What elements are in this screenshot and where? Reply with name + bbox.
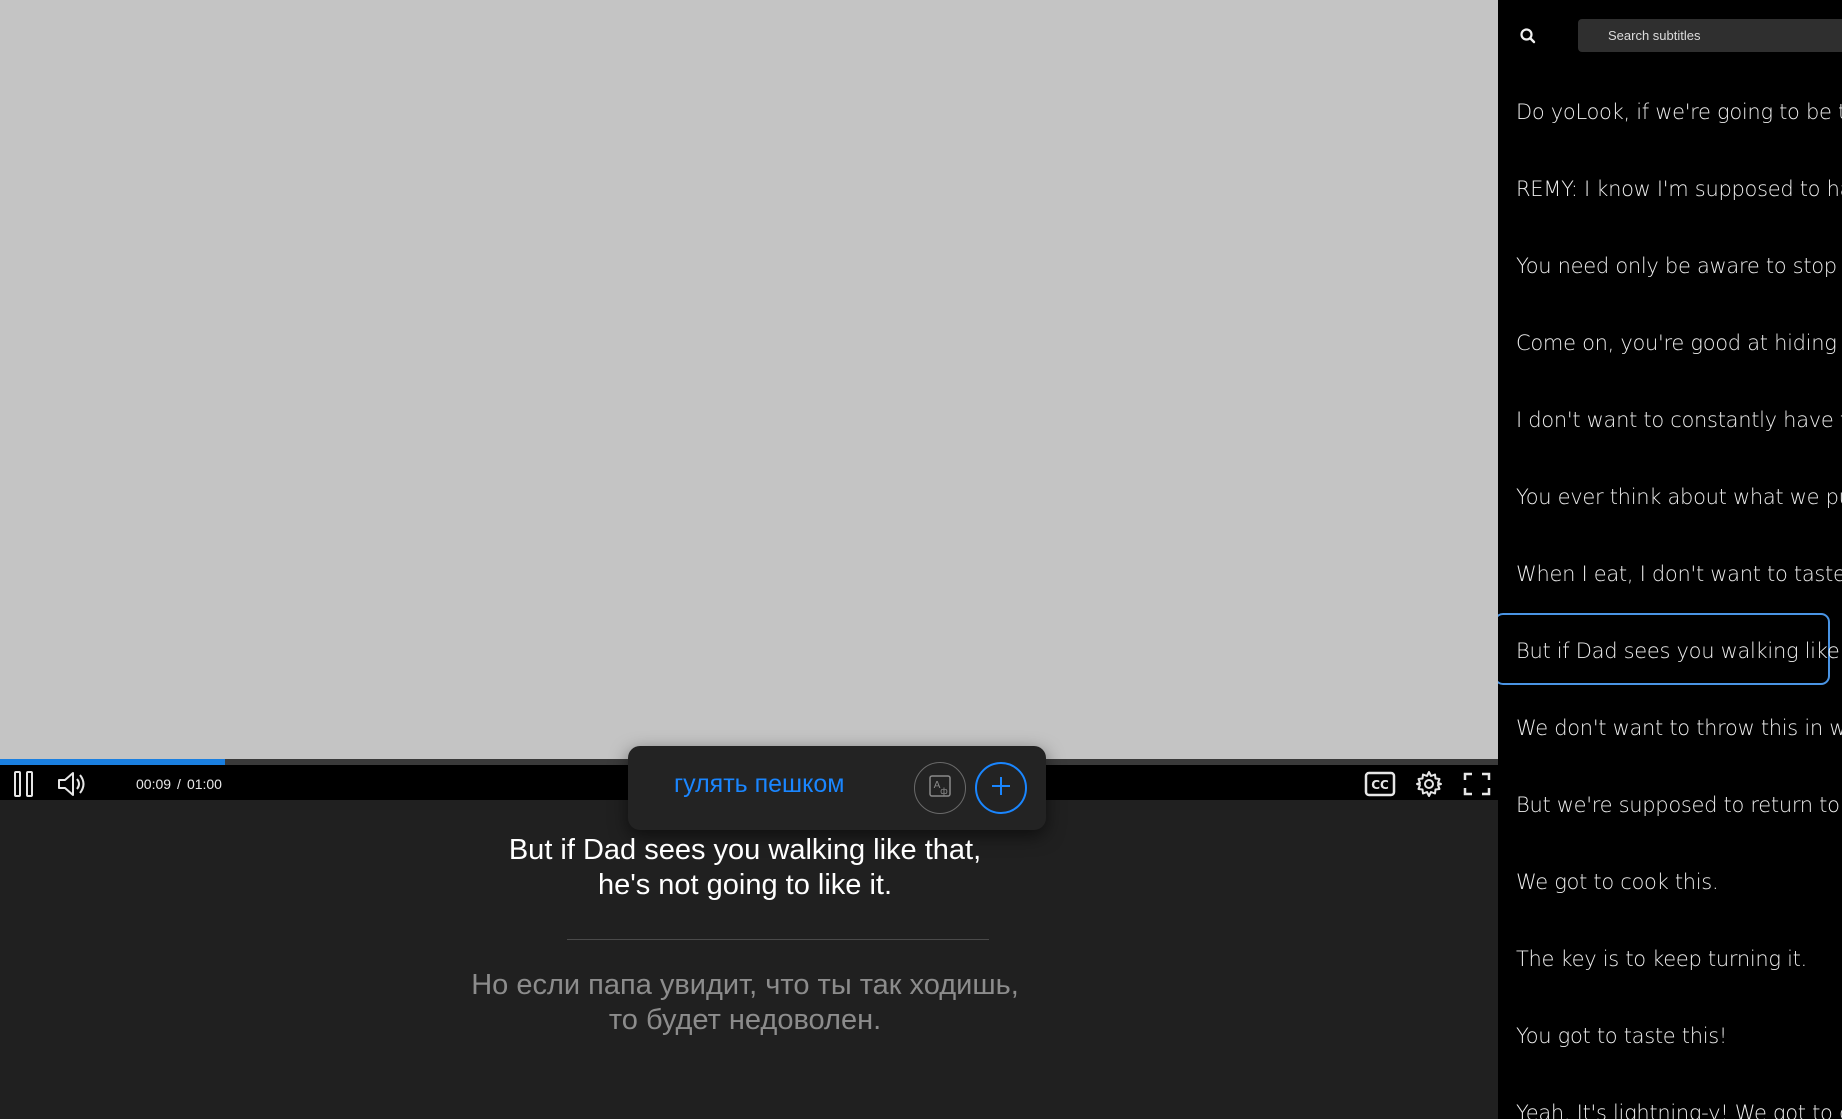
subtitle-translation: Но если папа увидит, что ты так ходишь, … bbox=[400, 968, 1090, 1038]
app: 00:09 / 01:00 CC гулять пешком A ф But i… bbox=[0, 0, 1842, 1119]
subtitle-list-item[interactable]: Do yoLook, if we're going to be thieves bbox=[1516, 100, 1842, 130]
selected-word[interactable]: гулять пешком bbox=[674, 770, 844, 799]
fullscreen-icon[interactable] bbox=[1462, 771, 1492, 797]
time-display: 00:09 / 01:00 bbox=[136, 776, 222, 792]
volume-icon[interactable] bbox=[56, 770, 88, 798]
subtitle-original[interactable]: But if Dad sees you walking like that, h… bbox=[400, 833, 1090, 903]
gear-icon[interactable] bbox=[1414, 769, 1444, 799]
progress-fill bbox=[0, 759, 225, 765]
translate-icon: A ф bbox=[926, 772, 954, 805]
word-popup: гулять пешком A ф bbox=[628, 746, 1046, 830]
subtitle-list-item[interactable]: But if Dad sees you walking like that bbox=[1516, 639, 1842, 669]
time-separator: / bbox=[177, 776, 181, 792]
subtitle-list-item[interactable]: I don't want to constantly have to walk bbox=[1516, 408, 1842, 438]
subtitle-list-item[interactable]: Yeah. It's lightning-y! We got to do thi… bbox=[1516, 1101, 1842, 1119]
add-word-button[interactable] bbox=[975, 762, 1027, 814]
subtitle-translation-line: Но если папа увидит, что ты так ходишь, bbox=[471, 969, 1019, 1001]
subtitle-list-item[interactable]: REMY: I know I'm supposed to hate humans bbox=[1516, 177, 1842, 207]
subtitle-list-item[interactable]: We don't want to throw this in with the bbox=[1516, 716, 1842, 746]
svg-text:CC: CC bbox=[1371, 778, 1389, 792]
duration: 01:00 bbox=[186, 776, 222, 792]
subtitle-list-item[interactable]: Come on, you're good at hiding food bbox=[1516, 331, 1842, 361]
cc-icon[interactable]: CC bbox=[1364, 771, 1396, 797]
video-viewport[interactable] bbox=[0, 0, 1498, 759]
subtitle-list-item[interactable]: But we're supposed to return to the colo… bbox=[1516, 793, 1842, 823]
current-time: 00:09 bbox=[136, 776, 172, 792]
subtitle-sidebar: Do yoLook, if we're going to be thieves R… bbox=[1498, 0, 1842, 1119]
search-input[interactable] bbox=[1578, 19, 1842, 52]
plus-icon bbox=[989, 774, 1013, 803]
subtitle-list-item[interactable]: You ever think about what we put into ou… bbox=[1516, 485, 1842, 515]
subtitle-list-item[interactable]: We got to cook this. bbox=[1516, 870, 1842, 900]
subtitle-translation-line: то будет недоволен. bbox=[608, 1004, 882, 1036]
svg-text:ф: ф bbox=[940, 787, 948, 797]
subtitle-original-line[interactable]: But if Dad sees you walking like that, bbox=[400, 833, 1090, 868]
subtitle-divider bbox=[567, 939, 989, 940]
subtitle-original-line[interactable]: he's not going to like it. bbox=[400, 868, 1090, 903]
subtitle-list-item[interactable]: You got to taste this! bbox=[1516, 1024, 1842, 1054]
translate-button[interactable]: A ф bbox=[914, 762, 966, 814]
pause-icon[interactable] bbox=[12, 770, 36, 798]
subtitle-list-item[interactable]: You need only be aware to stop and savor bbox=[1516, 254, 1842, 284]
subtitle-list-item[interactable]: The key is to keep turning it. bbox=[1516, 947, 1842, 977]
subtitle-list-item[interactable]: When I eat, I don't want to taste everyt… bbox=[1516, 562, 1842, 592]
search-icon[interactable] bbox=[1518, 26, 1538, 46]
